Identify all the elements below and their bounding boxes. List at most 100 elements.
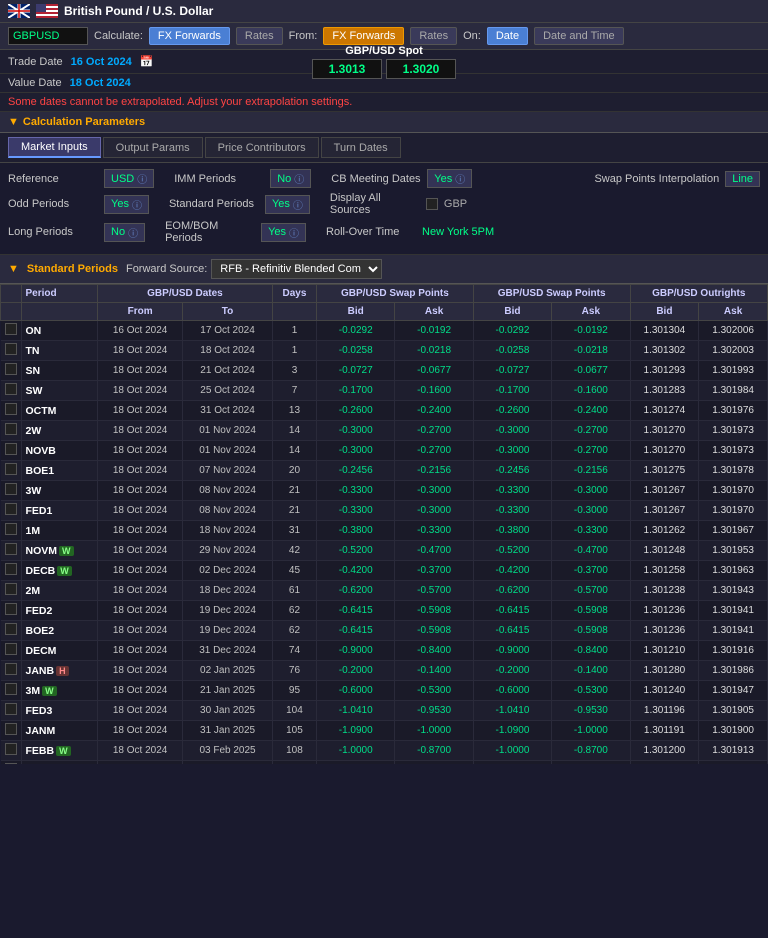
eom-bom-label: EOM/BOM Periods bbox=[165, 220, 255, 244]
swap-interp-container: Swap Points Interpolation Line bbox=[594, 171, 760, 187]
flag-us-icon bbox=[36, 4, 58, 18]
cell-to-2: 21 Oct 2024 bbox=[183, 361, 273, 381]
subh-out-ask: Ask bbox=[699, 303, 768, 321]
eom-info-icon[interactable]: ⓘ bbox=[289, 225, 299, 240]
cell-period-21: FEBBW bbox=[21, 741, 98, 761]
row-checkbox-20[interactable] bbox=[1, 721, 22, 741]
rates-btn1[interactable]: Rates bbox=[236, 27, 283, 45]
tab-market-inputs[interactable]: Market Inputs bbox=[8, 137, 101, 158]
badge-w: W bbox=[42, 686, 57, 696]
std-info-icon[interactable]: ⓘ bbox=[293, 197, 303, 212]
tab-turn-dates[interactable]: Turn Dates bbox=[321, 137, 401, 158]
cell-sp-ask2-13: -0.5700 bbox=[552, 581, 630, 601]
cell-out-ask-21: 1.301913 bbox=[699, 741, 768, 761]
odd-periods-label: Odd Periods bbox=[8, 198, 98, 210]
cell-days-4: 13 bbox=[272, 401, 316, 421]
display-all-sources-label: Display All Sources bbox=[330, 192, 420, 216]
row-checkbox-18[interactable] bbox=[1, 681, 22, 701]
row-checkbox-11[interactable] bbox=[1, 541, 22, 561]
row-checkbox-16[interactable] bbox=[1, 641, 22, 661]
cell-sp-bid1-13: -0.6200 bbox=[317, 581, 395, 601]
calendar-icon[interactable]: 📅 bbox=[140, 55, 154, 68]
row-checkbox-0[interactable] bbox=[1, 321, 22, 341]
std-collapse-icon[interactable]: ▼ bbox=[8, 263, 19, 275]
row-checkbox-6[interactable] bbox=[1, 441, 22, 461]
date-and-time-btn[interactable]: Date and Time bbox=[534, 27, 624, 45]
fwd-source-select[interactable]: RFB - Refinitiv Blended Com bbox=[211, 259, 382, 279]
data-table: Period GBP/USD Dates Days GBP/USD Swap P… bbox=[0, 284, 768, 764]
table-row: DECBW 18 Oct 2024 02 Dec 2024 45 -0.4200… bbox=[1, 561, 768, 581]
cell-from-4: 18 Oct 2024 bbox=[98, 401, 183, 421]
table-row: TN 18 Oct 2024 18 Oct 2024 1 -0.0258 -0.… bbox=[1, 341, 768, 361]
row-checkbox-13[interactable] bbox=[1, 581, 22, 601]
cb-info-icon[interactable]: ⓘ bbox=[455, 171, 465, 186]
reference-info-icon[interactable]: ⓘ bbox=[137, 171, 147, 186]
row-checkbox-1[interactable] bbox=[1, 341, 22, 361]
row-checkbox-2[interactable] bbox=[1, 361, 22, 381]
row-checkbox-21[interactable] bbox=[1, 741, 22, 761]
cell-sp-ask1-13: -0.5700 bbox=[395, 581, 473, 601]
row-checkbox-7[interactable] bbox=[1, 461, 22, 481]
cell-sp-bid1-20: -1.0900 bbox=[317, 721, 395, 741]
col-swap1-header: GBP/USD Swap Points bbox=[317, 285, 474, 303]
cell-sp-ask1-16: -0.8400 bbox=[395, 641, 473, 661]
cell-sp-bid2-13: -0.6200 bbox=[473, 581, 551, 601]
cell-out-bid-3: 1.301283 bbox=[630, 381, 699, 401]
cell-from-3: 18 Oct 2024 bbox=[98, 381, 183, 401]
table-row: 3W 18 Oct 2024 08 Nov 2024 21 -0.3300 -0… bbox=[1, 481, 768, 501]
collapse-icon[interactable]: ▼ bbox=[8, 116, 19, 128]
rates-btn2[interactable]: Rates bbox=[410, 27, 457, 45]
row-checkbox-14[interactable] bbox=[1, 601, 22, 621]
cell-period-19: FED3 bbox=[21, 701, 98, 721]
table-row: NOVMW 18 Oct 2024 29 Nov 2024 42 -0.5200… bbox=[1, 541, 768, 561]
cell-sp-bid1-7: -0.2456 bbox=[317, 461, 395, 481]
row-checkbox-5[interactable] bbox=[1, 421, 22, 441]
long-info-icon[interactable]: ⓘ bbox=[128, 225, 138, 240]
row-checkbox-22[interactable] bbox=[1, 761, 22, 765]
cell-sp-ask1-3: -0.1600 bbox=[395, 381, 473, 401]
row-checkbox-4[interactable] bbox=[1, 401, 22, 421]
header-bar: British Pound / U.S. Dollar bbox=[0, 0, 768, 23]
cell-from-10: 18 Oct 2024 bbox=[98, 521, 183, 541]
cell-sp-bid1-1: -0.0258 bbox=[317, 341, 395, 361]
fwd-source-container: Forward Source: RFB - Refinitiv Blended … bbox=[126, 259, 382, 279]
display-all-sources-checkbox[interactable] bbox=[426, 198, 438, 210]
row-checkbox-12[interactable] bbox=[1, 561, 22, 581]
cell-sp-ask2-17: -0.1400 bbox=[552, 661, 630, 681]
cell-out-ask-4: 1.301976 bbox=[699, 401, 768, 421]
cell-period-9: FED1 bbox=[21, 501, 98, 521]
subh-to: To bbox=[183, 303, 273, 321]
row-checkbox-3[interactable] bbox=[1, 381, 22, 401]
cell-from-22: 18 Oct 2024 bbox=[98, 761, 183, 765]
fx-forwards-btn2[interactable]: FX Forwards bbox=[323, 27, 404, 45]
cell-from-7: 18 Oct 2024 bbox=[98, 461, 183, 481]
cell-sp-bid2-14: -0.6415 bbox=[473, 601, 551, 621]
date-btn[interactable]: Date bbox=[487, 27, 528, 45]
cell-sp-bid1-11: -0.5200 bbox=[317, 541, 395, 561]
cell-period-1: TN bbox=[21, 341, 98, 361]
symbol-input[interactable] bbox=[8, 27, 88, 45]
badge-w: W bbox=[56, 746, 71, 756]
row-checkbox-19[interactable] bbox=[1, 701, 22, 721]
cell-sp-ask1-11: -0.4700 bbox=[395, 541, 473, 561]
table-row: BOE3 18 Oct 2024 06 Feb 2025 111 -1.1140… bbox=[1, 761, 768, 765]
row-checkbox-9[interactable] bbox=[1, 501, 22, 521]
cell-out-ask-12: 1.301963 bbox=[699, 561, 768, 581]
cell-sp-ask1-6: -0.2700 bbox=[395, 441, 473, 461]
badge-h: H bbox=[56, 666, 69, 676]
tab-output-params[interactable]: Output Params bbox=[103, 137, 203, 158]
table-row: JANM 18 Oct 2024 31 Jan 2025 105 -1.0900… bbox=[1, 721, 768, 741]
row-checkbox-8[interactable] bbox=[1, 481, 22, 501]
cell-out-bid-8: 1.301267 bbox=[630, 481, 699, 501]
row-checkbox-10[interactable] bbox=[1, 521, 22, 541]
cell-to-0: 17 Oct 2024 bbox=[183, 321, 273, 341]
row-checkbox-15[interactable] bbox=[1, 621, 22, 641]
imm-info-icon[interactable]: ⓘ bbox=[294, 171, 304, 186]
row-checkbox-17[interactable] bbox=[1, 661, 22, 681]
fx-forwards-btn1[interactable]: FX Forwards bbox=[149, 27, 230, 45]
value-date-label: Value Date bbox=[8, 77, 62, 89]
cell-days-3: 7 bbox=[272, 381, 316, 401]
cell-from-15: 18 Oct 2024 bbox=[98, 621, 183, 641]
tab-price-contributors[interactable]: Price Contributors bbox=[205, 137, 319, 158]
odd-info-icon[interactable]: ⓘ bbox=[132, 197, 142, 212]
